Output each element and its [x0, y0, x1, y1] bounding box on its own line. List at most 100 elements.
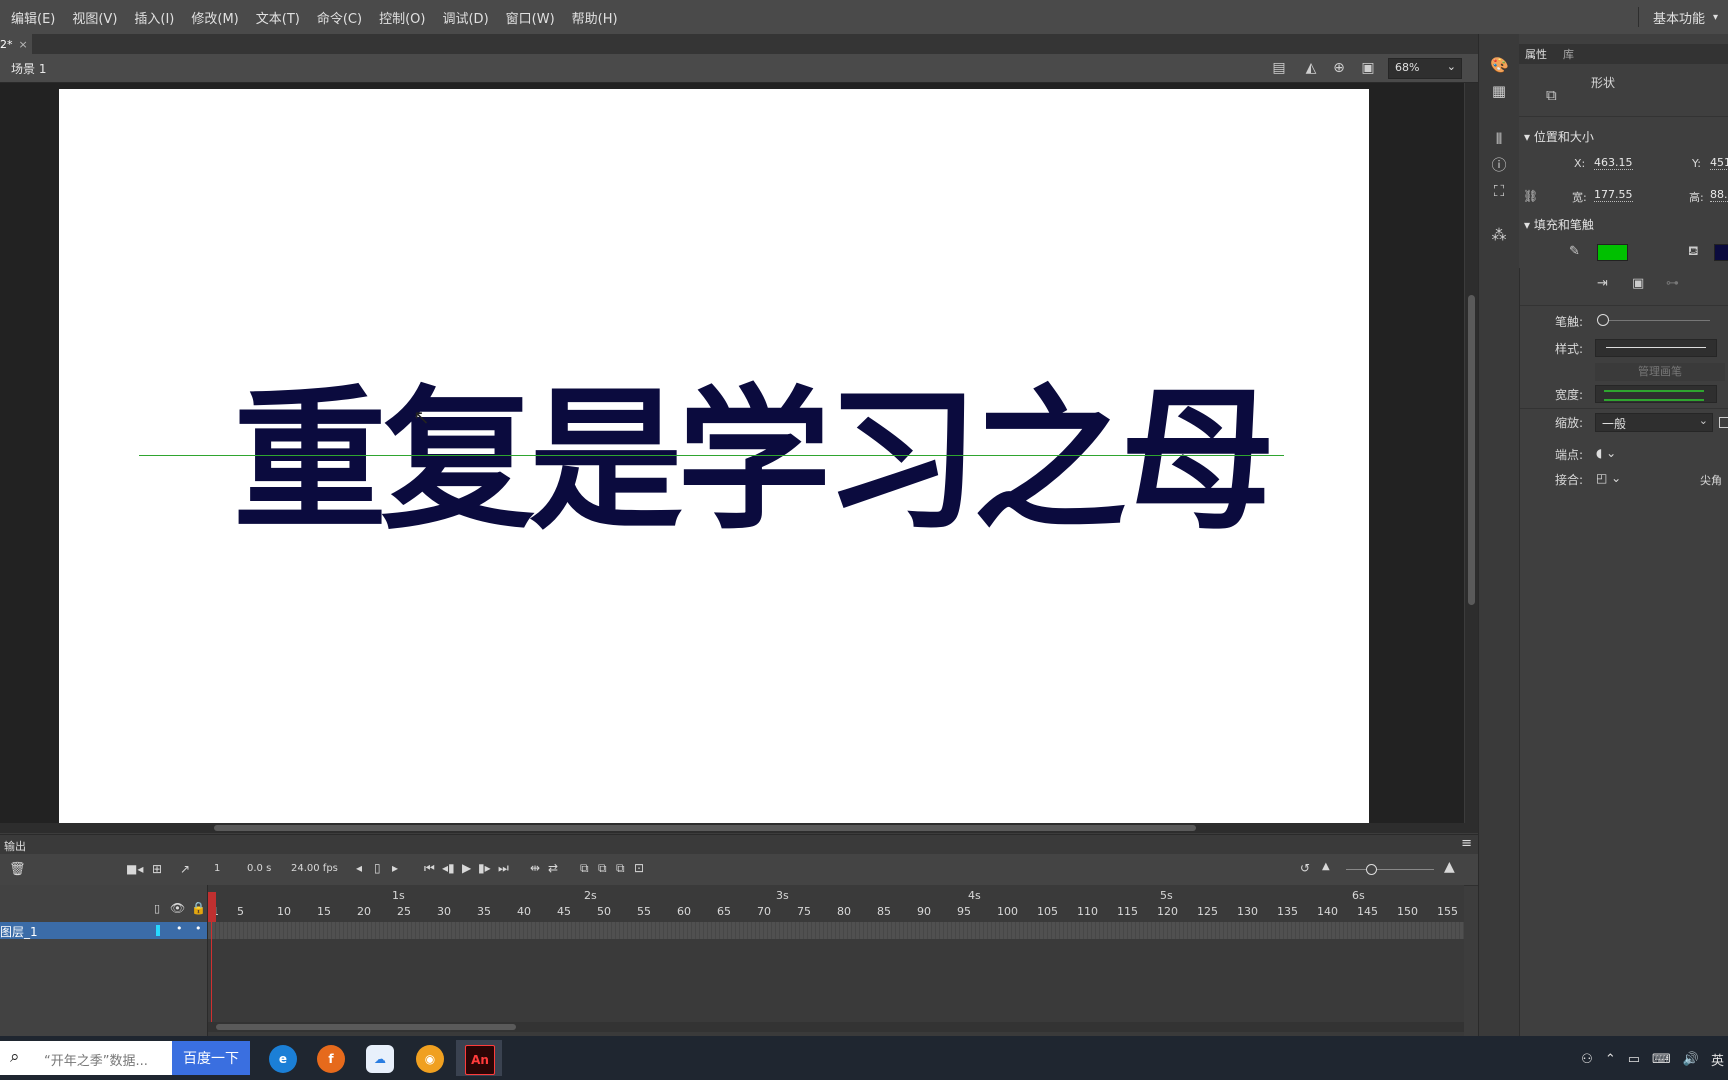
frame-tick-label[interactable]: 155: [1437, 905, 1458, 918]
stage-horizontal-scrollbar[interactable]: [0, 823, 1478, 833]
position-size-section[interactable]: ▾ 位置和大小: [1524, 128, 1594, 145]
current-time[interactable]: 0.0 s: [247, 863, 271, 874]
scroll-thumb[interactable]: [216, 1024, 516, 1030]
frame-tick-label[interactable]: 10: [277, 905, 291, 918]
frame-tick-label[interactable]: 105: [1037, 905, 1058, 918]
scale-stroke-icon[interactable]: ⊶: [1666, 276, 1679, 291]
components-icon[interactable]: ⁂: [1490, 226, 1508, 244]
chevron-up-icon[interactable]: ⌃: [1605, 1052, 1616, 1067]
onion-outline-icon[interactable]: ⧉: [598, 861, 607, 876]
guide-line[interactable]: [139, 455, 1284, 456]
menu-modify[interactable]: 修改(M): [191, 8, 238, 27]
clip-stage-icon[interactable]: ▣: [1359, 59, 1377, 77]
frame-tick-label[interactable]: 100: [997, 905, 1018, 918]
stroke-options-icon[interactable]: ▣: [1632, 276, 1644, 291]
lock-dot-icon[interactable]: •: [195, 922, 202, 935]
panel-menu-icon[interactable]: ≡: [1461, 836, 1472, 851]
center-frame-icon[interactable]: ⇄: [548, 861, 558, 875]
last-frame-icon[interactable]: ⏭: [498, 861, 509, 876]
frame-tick-label[interactable]: 110: [1077, 905, 1098, 918]
edit-symbols-icon[interactable]: ◭: [1302, 59, 1320, 77]
frame-tick-label[interactable]: 60: [677, 905, 691, 918]
manage-brushes-button[interactable]: 管理画笔: [1595, 363, 1725, 381]
zoom-in-icon[interactable]: ▲: [1444, 859, 1455, 875]
input-language[interactable]: 英: [1711, 1050, 1724, 1069]
timeline-scrollbar[interactable]: [208, 1022, 1464, 1032]
menu-debug[interactable]: 调试(D): [442, 8, 488, 27]
frame-tick-label[interactable]: 120: [1157, 905, 1178, 918]
frame-rate[interactable]: 24.00 fps: [291, 863, 338, 874]
stage-text-shape[interactable]: 重复是学习之母: [233, 385, 1275, 539]
edit-multiple-frames-icon[interactable]: ⧉: [616, 861, 625, 876]
info-icon[interactable]: ⓘ: [1490, 156, 1508, 174]
second-marker-label[interactable]: 1s: [392, 889, 405, 902]
trash-icon[interactable]: 🗑: [9, 862, 26, 877]
search-input[interactable]: ⌕ “开年之季”数据...: [0, 1041, 172, 1075]
onion-skin-icon[interactable]: ⧉: [580, 861, 589, 876]
eye-icon[interactable]: 👁: [170, 901, 185, 915]
frame-tick-label[interactable]: 15: [317, 905, 331, 918]
visible-dot-icon[interactable]: •: [176, 922, 183, 935]
zoom-select[interactable]: 68% ⌄: [1388, 58, 1462, 79]
align-icon[interactable]: ⫴: [1490, 130, 1508, 148]
frame-tick-label[interactable]: 130: [1237, 905, 1258, 918]
first-frame-icon[interactable]: ⏮: [424, 861, 435, 876]
frame-tick-label[interactable]: 30: [437, 905, 451, 918]
height-value[interactable]: 88.: [1710, 188, 1728, 202]
scale-select[interactable]: 一般 ⌄: [1595, 413, 1713, 432]
frame-tick-label[interactable]: 145: [1357, 905, 1378, 918]
stage[interactable]: 重复是学习之母 ↖: [59, 89, 1369, 823]
transform-icon[interactable]: ⛶: [1490, 182, 1508, 200]
link-dimensions-icon[interactable]: ⛓: [1523, 189, 1538, 203]
menu-text[interactable]: 文本(T): [256, 8, 300, 27]
cap-round-icon[interactable]: ◖ ⌄: [1596, 446, 1616, 460]
layer-row[interactable]: 图层_1 • •: [0, 922, 207, 939]
outline-toggle-icon[interactable]: ▯: [154, 902, 160, 915]
width-value[interactable]: 177.55: [1594, 188, 1633, 202]
frame-tick-label[interactable]: 90: [917, 905, 931, 918]
tab-library[interactable]: 库: [1563, 46, 1574, 62]
color-palette-icon[interactable]: 🎨: [1490, 56, 1509, 74]
scroll-thumb[interactable]: [1468, 295, 1475, 605]
frame-tick-label[interactable]: 150: [1397, 905, 1418, 918]
add-keyframe-icon[interactable]: ▯: [374, 861, 381, 875]
animate-icon[interactable]: An: [465, 1045, 495, 1075]
play-icon[interactable]: ▶: [462, 861, 471, 875]
lock-icon[interactable]: 🔒: [191, 901, 206, 915]
reset-zoom-icon[interactable]: ↺: [1300, 861, 1310, 875]
menu-control[interactable]: 控制(O): [379, 8, 425, 27]
stroke-slider-handle[interactable]: [1597, 314, 1609, 326]
step-back-icon[interactable]: ◂▮: [442, 861, 455, 875]
tab-properties[interactable]: 属性: [1525, 46, 1547, 62]
firefox-icon[interactable]: f: [317, 1045, 345, 1073]
frame-tick-label[interactable]: 80: [837, 905, 851, 918]
layer-frames-row[interactable]: [208, 922, 1464, 939]
zoom-out-icon[interactable]: ▲: [1322, 861, 1330, 872]
camera-icon[interactable]: ■◂: [126, 862, 143, 876]
people-icon[interactable]: ⚇: [1581, 1052, 1593, 1067]
frame-tick-label[interactable]: 95: [957, 905, 971, 918]
next-keyframe-icon[interactable]: ▸: [392, 861, 398, 875]
frame-tick-label[interactable]: 20: [357, 905, 371, 918]
frames-area[interactable]: 1510152025303540455055606570758085909510…: [208, 885, 1464, 1036]
frame-tick-label[interactable]: 5: [237, 905, 244, 918]
frame-tick-label[interactable]: 45: [557, 905, 571, 918]
frame-tick-label[interactable]: 140: [1317, 905, 1338, 918]
frame-tick-label[interactable]: 135: [1277, 905, 1298, 918]
volume-icon[interactable]: 🔊: [1683, 1052, 1699, 1067]
menu-insert[interactable]: 插入(I): [134, 8, 174, 27]
frame-tick-label[interactable]: 50: [597, 905, 611, 918]
join-round-icon[interactable]: ◰ ⌄: [1596, 471, 1621, 485]
search-button[interactable]: 百度一下: [172, 1041, 250, 1075]
video-app-icon[interactable]: ◉: [416, 1045, 444, 1073]
timeline-ruler[interactable]: 1510152025303540455055606570758085909510…: [208, 885, 1464, 922]
stroke-color-swatch[interactable]: [1597, 244, 1628, 261]
frame-tick-label[interactable]: 125: [1197, 905, 1218, 918]
frame-tick-label[interactable]: 85: [877, 905, 891, 918]
menu-edit[interactable]: 编辑(E): [11, 8, 55, 27]
layer-parenting-icon[interactable]: ⊞: [152, 862, 162, 876]
edge-icon[interactable]: e: [269, 1045, 297, 1073]
hairline-icon[interactable]: ⇥: [1597, 276, 1608, 291]
stroke-slider[interactable]: [1600, 320, 1710, 321]
swatches-icon[interactable]: ▦: [1490, 82, 1508, 100]
